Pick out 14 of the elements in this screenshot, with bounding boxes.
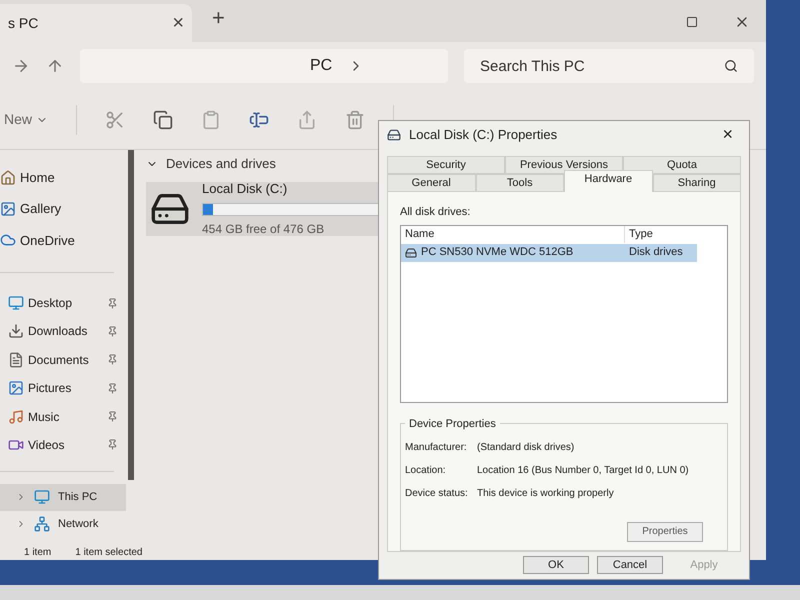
- status-text: 1 item selected: [75, 546, 142, 560]
- field-value: Location 16 (Bus Number 0, Target Id 0, LUN 0): [477, 464, 689, 478]
- drive-name: Local Disk (C:): [202, 180, 288, 198]
- field-label: Device status:: [405, 486, 469, 500]
- drive-name: PC SN530 NVMe WDC 512GB: [421, 245, 574, 260]
- field-value: (Standard disk drives): [477, 440, 574, 454]
- field-value: This device is working properly: [477, 486, 614, 500]
- field-label: Manufacturer:: [405, 440, 468, 454]
- field-label: Location:: [405, 464, 447, 478]
- status-text: 1 item: [24, 546, 52, 560]
- drive-free-space: 454 GB free of 476 GB: [202, 220, 326, 238]
- tab-title: s PC: [8, 14, 38, 32]
- dialog-title: Local Disk (C:) Properties: [409, 126, 558, 144]
- drive-type: Disk drives: [628, 245, 683, 260]
